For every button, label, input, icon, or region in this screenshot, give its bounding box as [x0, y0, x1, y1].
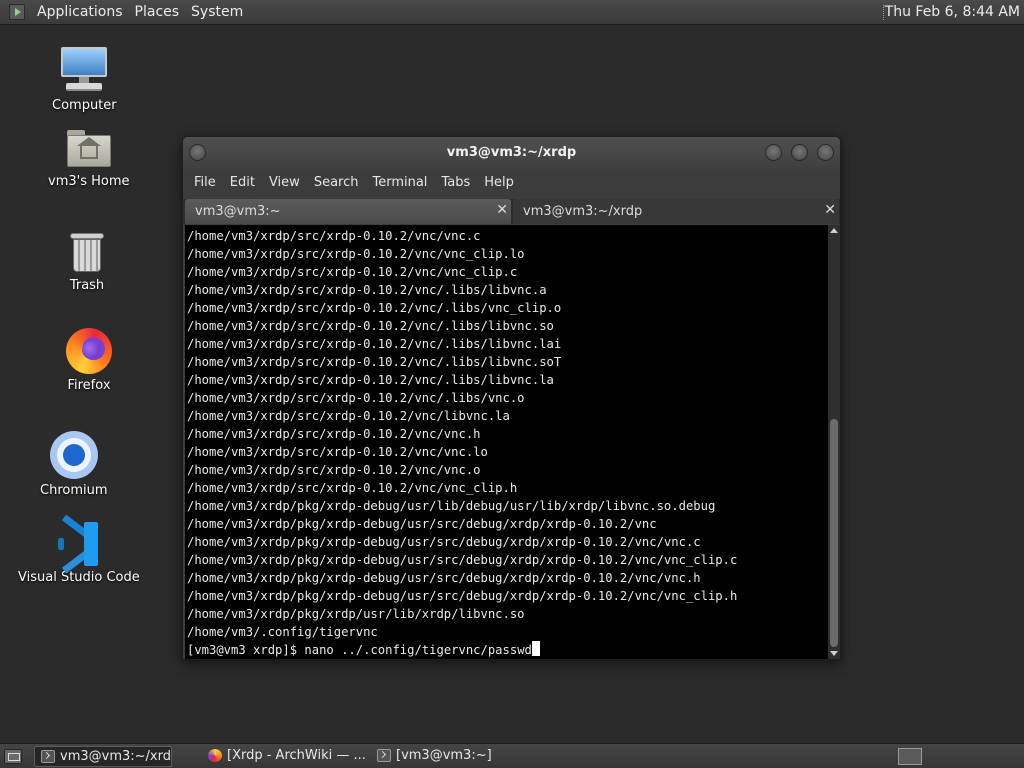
desktop-icon-vscode[interactable]: Visual Studio Code — [18, 514, 140, 585]
desktop-icon-computer[interactable]: Computer — [52, 46, 117, 113]
applications-menu-icon[interactable] — [9, 4, 25, 20]
bottom-panel: vm3@vm3:~/xrdp [Xrdp - ArchWiki — ... [v… — [0, 743, 1024, 768]
taskbar-label: [vm3@vm3:~] — [396, 748, 492, 763]
terminal-line: /home/vm3/xrdp/src/xrdp-0.10.2/vnc/.libs… — [187, 373, 554, 387]
terminal-line: /home/vm3/xrdp/pkg/xrdp-debug/usr/src/de… — [187, 589, 738, 603]
tab-close-icon[interactable]: ✕ — [824, 202, 836, 218]
minimize-button[interactable] — [765, 144, 782, 161]
terminal-line: /home/vm3/xrdp/pkg/xrdp-debug/usr/lib/de… — [187, 499, 716, 513]
terminal-line: /home/vm3/xrdp/pkg/xrdp-debug/usr/src/de… — [187, 571, 701, 585]
desktop-icon-label: Chromium — [40, 483, 108, 498]
terminal-line: /home/vm3/xrdp/src/xrdp-0.10.2/vnc/.libs… — [187, 355, 562, 369]
terminal-line: /home/vm3/xrdp/src/xrdp-0.10.2/vnc/vnc.h — [187, 427, 481, 441]
terminal-line: /home/vm3/xrdp/src/xrdp-0.10.2/vnc/.libs… — [187, 391, 525, 405]
terminal-line: /home/vm3/xrdp/src/xrdp-0.10.2/vnc/vnc.c — [187, 229, 481, 243]
tab-label: vm3@vm3:~/xrdp — [523, 204, 643, 219]
desktop-icon-label: Firefox — [67, 378, 111, 393]
system-menu[interactable]: System — [185, 4, 249, 20]
menu-help[interactable]: Help — [477, 175, 521, 190]
terminal-scrollbar[interactable] — [828, 225, 840, 659]
close-button[interactable] — [817, 144, 834, 161]
terminal-prompt-line[interactable]: [vm3@vm3 xrdp]$ nano ../.config/tigervnc… — [187, 641, 828, 659]
desktop-icon-firefox[interactable]: Firefox — [66, 328, 112, 393]
places-menu[interactable]: Places — [129, 4, 186, 20]
workspace-switcher[interactable] — [898, 748, 922, 765]
tab-close-icon[interactable]: ✕ — [496, 202, 508, 218]
terminal-icon — [41, 750, 55, 763]
terminal-line: /home/vm3/xrdp/src/xrdp-0.10.2/vnc/.libs… — [187, 301, 562, 315]
window-titlebar[interactable]: vm3@vm3:~/xrdp — [183, 137, 840, 169]
terminal-text: /home/vm3/xrdp/src/xrdp-0.10.2/vnc/vnc.c… — [185, 225, 828, 659]
computer-icon — [60, 46, 108, 94]
terminal-window: vm3@vm3:~/xrdp File Edit View Search Ter… — [182, 136, 841, 660]
shell-prompt: [vm3@vm3 xrdp]$ — [187, 643, 305, 657]
scroll-up-icon[interactable] — [830, 228, 838, 233]
menu-edit[interactable]: Edit — [223, 175, 262, 190]
applications-menu[interactable]: Applications — [31, 4, 129, 20]
taskbar-label: [Xrdp - ArchWiki — ... — [227, 748, 366, 763]
clock[interactable]: Thu Feb 6, 8:44 AM — [885, 4, 1020, 20]
terminal-line: /home/vm3/xrdp/src/xrdp-0.10.2/vnc/vnc.l… — [187, 445, 488, 459]
trash-icon — [69, 230, 105, 274]
tab-xrdp[interactable]: vm3@vm3:~/xrdp ✕ — [513, 199, 839, 224]
menu-view[interactable]: View — [262, 175, 307, 190]
text-cursor — [531, 641, 540, 656]
typed-command: nano ../.config/tigervnc/passwd — [304, 643, 532, 657]
menu-search[interactable]: Search — [307, 175, 366, 190]
desktop-icon-label: Trash — [69, 278, 105, 293]
terminal-line: /home/vm3/xrdp/src/xrdp-0.10.2/vnc/vnc_c… — [187, 247, 525, 261]
home-folder-icon — [66, 128, 112, 170]
desktop-icon-label: Computer — [52, 98, 117, 113]
terminal-tabbar: vm3@vm3:~ ✕ vm3@vm3:~/xrdp ✕ — [183, 199, 840, 224]
desktop-icon-label: Visual Studio Code — [18, 570, 140, 585]
taskbar-item-terminal-xrdp[interactable]: vm3@vm3:~/xrdp — [34, 746, 172, 767]
taskbar-item-terminal-home[interactable]: [vm3@vm3:~] — [371, 746, 521, 767]
menu-file[interactable]: File — [187, 175, 223, 190]
chromium-icon — [49, 431, 98, 479]
desktop-icon-home[interactable]: vm3's Home — [48, 128, 130, 189]
desktop-icon-label: vm3's Home — [48, 174, 130, 189]
firefox-icon — [66, 328, 112, 374]
window-title: vm3@vm3:~/xrdp — [446, 145, 577, 160]
terminal-line: /home/vm3/xrdp/src/xrdp-0.10.2/vnc/vnc_c… — [187, 481, 518, 495]
top-panel: Applications Places System Thu Feb 6, 8:… — [0, 0, 1024, 25]
terminal-line: /home/vm3/xrdp/pkg/xrdp-debug/usr/src/de… — [187, 517, 657, 531]
terminal-line: /home/vm3/xrdp/src/xrdp-0.10.2/vnc/vnc_c… — [187, 265, 518, 279]
tab-label: vm3@vm3:~ — [195, 204, 281, 219]
terminal-line: /home/vm3/.config/tigervnc — [187, 625, 378, 639]
terminal-output[interactable]: /home/vm3/xrdp/src/xrdp-0.10.2/vnc/vnc.c… — [185, 225, 828, 659]
firefox-icon — [208, 749, 222, 762]
terminal-line: /home/vm3/xrdp/pkg/xrdp/usr/lib/xrdp/lib… — [187, 607, 525, 621]
show-desktop-icon[interactable] — [4, 749, 22, 764]
tab-home[interactable]: vm3@vm3:~ ✕ — [185, 199, 511, 224]
menu-tabs[interactable]: Tabs — [434, 175, 477, 190]
terminal-line: /home/vm3/xrdp/pkg/xrdp-debug/usr/src/de… — [187, 535, 701, 549]
terminal-menubar: File Edit View Search Terminal Tabs Help — [183, 169, 840, 196]
menu-terminal[interactable]: Terminal — [365, 175, 434, 190]
desktop-icon-chromium[interactable]: Chromium — [40, 431, 108, 498]
terminal-line: /home/vm3/xrdp/src/xrdp-0.10.2/vnc/vnc.o — [187, 463, 481, 477]
taskbar-item-firefox[interactable]: [Xrdp - ArchWiki — ... — [202, 746, 368, 767]
terminal-line: /home/vm3/xrdp/src/xrdp-0.10.2/vnc/.libs… — [187, 337, 562, 351]
vscode-icon — [56, 514, 102, 574]
maximize-button[interactable] — [791, 144, 808, 161]
desktop-icon-trash[interactable]: Trash — [69, 230, 105, 293]
terminal-icon — [377, 749, 391, 762]
terminal-line: /home/vm3/xrdp/src/xrdp-0.10.2/vnc/.libs… — [187, 319, 554, 333]
terminal-line: /home/vm3/xrdp/src/xrdp-0.10.2/vnc/.libs… — [187, 283, 547, 297]
scrollbar-thumb[interactable] — [830, 419, 838, 647]
taskbar-label: vm3@vm3:~/xrdp — [60, 749, 172, 764]
scroll-down-icon[interactable] — [830, 651, 838, 656]
terminal-line: /home/vm3/xrdp/src/xrdp-0.10.2/vnc/libvn… — [187, 409, 510, 423]
terminal-line: /home/vm3/xrdp/pkg/xrdp-debug/usr/src/de… — [187, 553, 738, 567]
